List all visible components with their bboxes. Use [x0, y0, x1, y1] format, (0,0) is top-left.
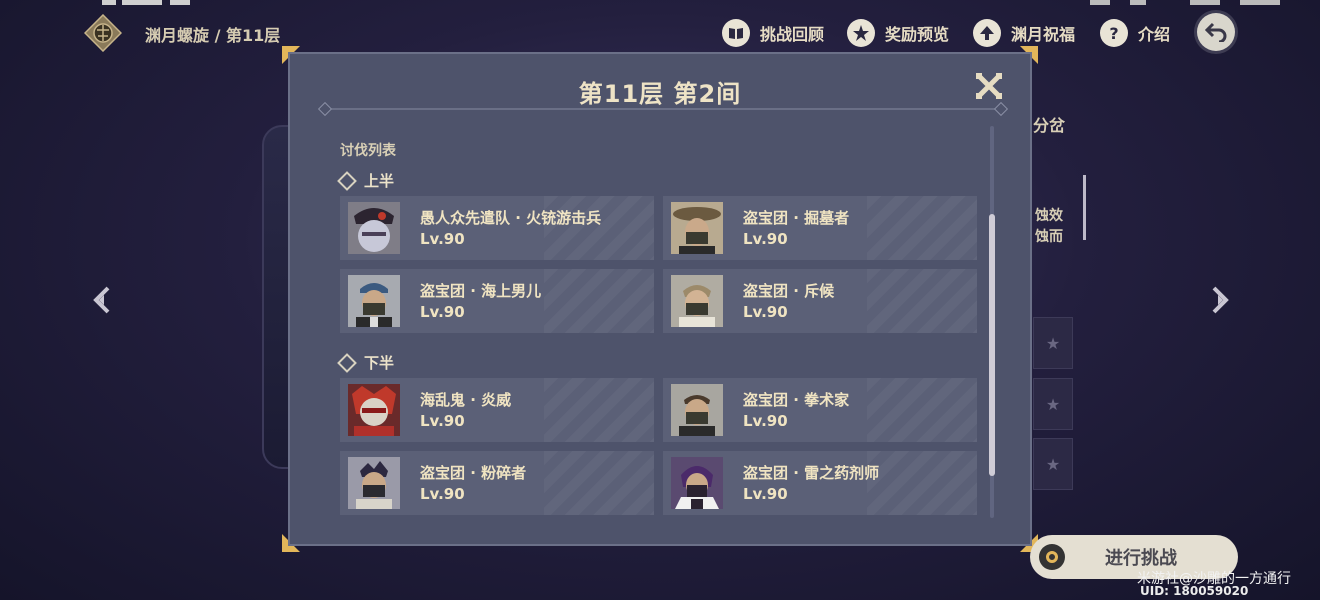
enemy-card[interactable]: 盗宝团 · 粉碎者 Lv.90	[340, 451, 654, 515]
prev-arrow-icon[interactable]	[90, 286, 116, 314]
enemy-portrait	[671, 275, 723, 327]
background-title: 分岔	[1033, 116, 1066, 135]
enemy-card[interactable]: 盗宝团 · 海上男儿 Lv.90	[340, 269, 654, 333]
scrollbar-thumb[interactable]	[989, 214, 995, 476]
enemy-level: Lv.90	[743, 229, 788, 248]
enemy-portrait	[348, 202, 400, 254]
first-half-header: 上半	[337, 170, 395, 191]
enemy-portrait	[671, 457, 723, 509]
enemy-portrait	[348, 384, 400, 436]
enemy-name: 盗宝团 · 斥候	[743, 281, 835, 300]
title-divider	[320, 108, 1004, 110]
breadcrumb: 渊月螺旋 / 第11层	[145, 26, 281, 45]
question-icon: ?	[1100, 19, 1128, 47]
diamond-icon	[337, 352, 357, 373]
background-text-2: 蚀而	[1035, 229, 1063, 245]
enemy-info: 盗宝团 · 粉碎者 Lv.90	[420, 463, 526, 504]
abyss-blessing-label: 渊月祝福	[1011, 25, 1076, 44]
enemy-info: 盗宝团 · 斥候 Lv.90	[743, 281, 834, 322]
challenge-review-button[interactable]: 挑战回顾	[722, 18, 824, 48]
second-half-label: 下半	[364, 354, 395, 372]
first-half-label: 上半	[364, 172, 395, 190]
enemy-level: Lv.90	[420, 302, 465, 321]
introduction-label: 介绍	[1138, 25, 1171, 44]
second-half-header: 下半	[337, 352, 395, 373]
back-button[interactable]	[1197, 13, 1235, 51]
background-text-1: 蚀效	[1035, 208, 1063, 224]
back-arrow-icon	[1205, 22, 1227, 42]
enemy-list-label: 讨伐列表	[340, 143, 396, 159]
background-star-slot: ★	[1033, 438, 1073, 490]
enemy-level: Lv.90	[743, 302, 788, 321]
enemy-portrait	[671, 384, 723, 436]
corner-ornament-icon	[1020, 46, 1038, 64]
enemy-card[interactable]: 愚人众先遣队 · 火铳游击兵 Lv.90	[340, 196, 654, 260]
enemy-list-dialog: 第11层 第2间 讨伐列表 上半 愚人众先遣队 · 火铳游击兵 Lv.90 盗宝…	[282, 46, 1038, 552]
enemy-portrait	[671, 202, 723, 254]
enemy-info: 盗宝团 · 雷之药剂师 Lv.90	[743, 463, 879, 504]
next-arrow-icon[interactable]	[1206, 286, 1232, 314]
enemy-card[interactable]: 盗宝团 · 斥候 Lv.90	[663, 269, 977, 333]
enemy-level: Lv.90	[420, 484, 465, 503]
enemy-name: 盗宝团 · 雷之药剂师	[743, 463, 880, 482]
reward-preview-button[interactable]: 奖励预览	[847, 18, 949, 48]
confirm-circle-icon	[1039, 544, 1065, 570]
enemy-card[interactable]: 盗宝团 · 掘墓者 Lv.90	[663, 196, 977, 260]
enemy-card[interactable]: 海乱鬼 · 炎威 Lv.90	[340, 378, 654, 442]
enemy-level: Lv.90	[743, 411, 788, 430]
background-star-slot: ★	[1033, 317, 1073, 369]
enemy-name: 盗宝团 · 海上男儿	[420, 281, 542, 300]
introduction-button[interactable]: ? 介绍	[1100, 18, 1170, 48]
enemy-info: 愚人众先遣队 · 火铳游击兵 Lv.90	[420, 208, 601, 249]
enemy-info: 盗宝团 · 拳术家 Lv.90	[743, 390, 849, 431]
corner-ornament-icon	[282, 534, 300, 552]
enemy-level: Lv.90	[420, 411, 465, 430]
up-arrow-icon	[973, 19, 1001, 47]
corner-ornament-icon	[282, 46, 300, 64]
enemy-name: 盗宝团 · 掘墓者	[743, 208, 850, 227]
enemy-card[interactable]: 盗宝团 · 拳术家 Lv.90	[663, 378, 977, 442]
enemy-level: Lv.90	[420, 229, 465, 248]
uid-label: UID: 180059020	[1140, 584, 1249, 598]
star-badge-icon	[847, 19, 875, 47]
enemy-list-scrollbar[interactable]	[989, 126, 995, 518]
abyss-emblem-icon	[84, 14, 122, 52]
reward-preview-label: 奖励预览	[885, 25, 950, 44]
dialog-title: 第11层 第2间	[578, 80, 742, 108]
enemy-portrait	[348, 275, 400, 327]
enemy-name: 海乱鬼 · 炎威	[420, 390, 512, 409]
background-scrollbar	[1083, 175, 1086, 240]
diamond-icon	[337, 170, 357, 191]
enemy-info: 盗宝团 · 掘墓者 Lv.90	[743, 208, 849, 249]
start-challenge-label: 进行挑战	[1105, 548, 1177, 569]
close-icon[interactable]	[975, 72, 1003, 100]
enemy-name: 愚人众先遣队 · 火铳游击兵	[420, 208, 602, 227]
enemy-name: 盗宝团 · 拳术家	[743, 390, 850, 409]
enemy-portrait	[348, 457, 400, 509]
challenge-review-label: 挑战回顾	[760, 25, 825, 44]
enemy-level: Lv.90	[743, 484, 788, 503]
enemy-name: 盗宝团 · 粉碎者	[420, 463, 527, 482]
enemy-info: 海乱鬼 · 炎威 Lv.90	[420, 390, 511, 431]
background-star-slot: ★	[1033, 378, 1073, 430]
book-icon	[722, 19, 750, 47]
enemy-info: 盗宝团 · 海上男儿 Lv.90	[420, 281, 541, 322]
enemy-card[interactable]: 盗宝团 · 雷之药剂师 Lv.90	[663, 451, 977, 515]
